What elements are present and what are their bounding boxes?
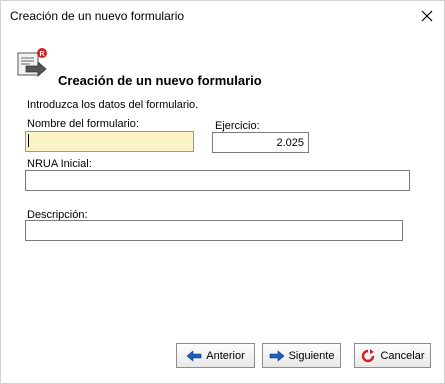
ejercicio-input[interactable] [212, 132, 309, 153]
cancelar-button[interactable]: Cancelar [354, 343, 431, 368]
text-cursor [28, 134, 29, 147]
arrow-left-icon [186, 349, 202, 362]
nrua-input[interactable] [25, 170, 410, 191]
svg-text:R: R [39, 51, 44, 58]
nombre-input[interactable] [25, 131, 194, 152]
descripcion-input[interactable] [25, 220, 403, 241]
siguiente-button[interactable]: Siguiente [262, 343, 341, 368]
ejercicio-label: Ejercicio: [215, 120, 260, 132]
window-title: Creación de un nuevo formulario [10, 9, 185, 23]
siguiente-label: Siguiente [288, 349, 335, 362]
intro-text: Introduzca los datos del formulario. [27, 99, 199, 111]
form-export-icon: R [17, 48, 47, 77]
title-bar: Creación de un nuevo formulario [1, 1, 444, 31]
dialog-window: Creación de un nuevo formulario R Creaci… [0, 0, 445, 384]
nombre-label: Nombre del formulario: [27, 118, 139, 130]
close-button[interactable] [410, 1, 444, 31]
cancel-icon [360, 348, 376, 362]
nrua-label: NRUA Inicial: [27, 158, 92, 170]
close-icon [421, 10, 433, 22]
cancelar-label: Cancelar [380, 349, 425, 362]
anterior-button[interactable]: Anterior [176, 343, 255, 368]
page-heading: Creación de un nuevo formulario [58, 73, 262, 88]
anterior-label: Anterior [206, 349, 245, 362]
arrow-right-icon [269, 349, 285, 362]
